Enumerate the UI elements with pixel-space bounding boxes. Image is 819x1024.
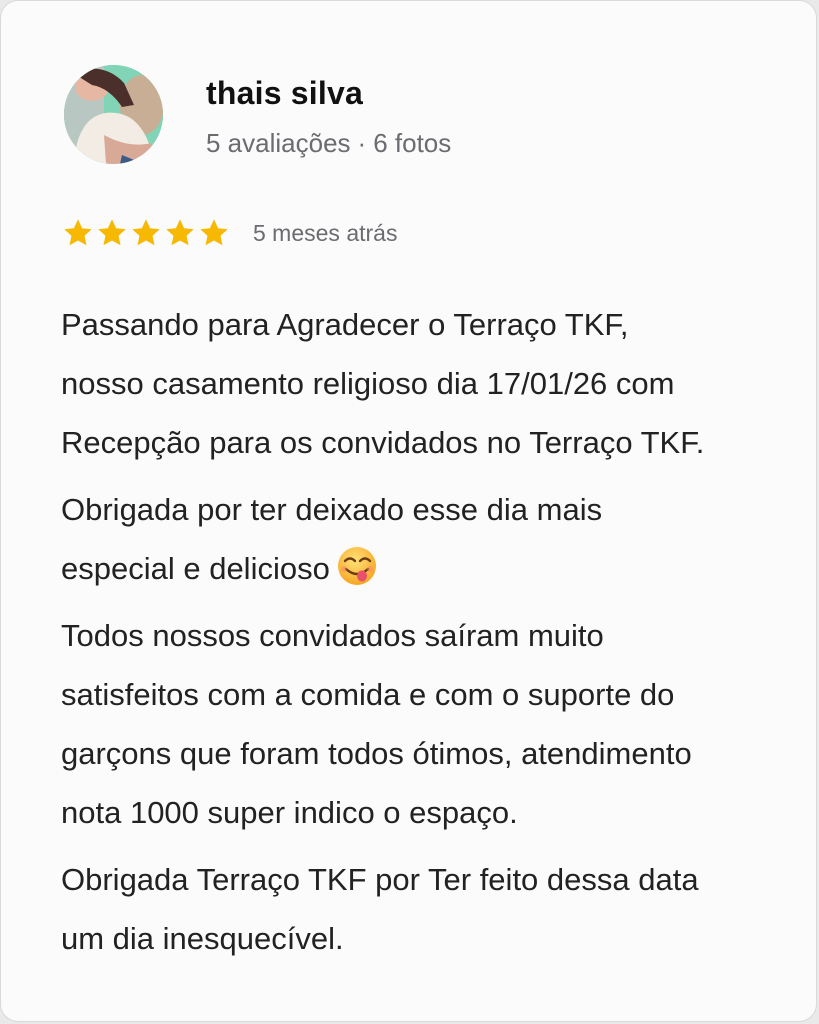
star-icon bbox=[132, 219, 160, 246]
review-text: Passando para Agradecer o Terraço TKF, no… bbox=[61, 295, 801, 976]
review-line: Todos nossos convidados saíram muito bbox=[61, 606, 801, 665]
review-line-text: Passando para Agradecer o Terraço TKF, bbox=[61, 307, 629, 342]
review-card: thais silva 5 avaliações · 6 fotos 5 meses… bbox=[0, 0, 817, 1022]
review-line-text: nota 1000 super indico o espaço. bbox=[61, 795, 518, 830]
rating-row: 5 meses atrás bbox=[62, 216, 397, 250]
review-line: Obrigada por ter deixado esse dia mais bbox=[61, 480, 801, 539]
review-line-text: Recepção para os convidados no Terraço T… bbox=[61, 425, 705, 460]
star-rating bbox=[62, 217, 230, 249]
avatar-photo bbox=[64, 65, 163, 164]
review-line: nosso casamento religioso dia 17/01/26 c… bbox=[61, 354, 801, 413]
review-paragraph: Obrigada Terraço TKF por Ter feito dessa… bbox=[61, 850, 801, 968]
review-line: garçons que foram todos ótimos, atendime… bbox=[61, 724, 801, 783]
review-line-text: Obrigada Terraço TKF por Ter feito dessa… bbox=[61, 862, 699, 897]
review-paragraph: Obrigada por ter deixado esse dia mais es… bbox=[61, 480, 801, 598]
review-line-text: satisfeitos com a comida e com o suporte… bbox=[61, 677, 675, 712]
review-line: especial e delicioso bbox=[61, 539, 801, 598]
review-line: nota 1000 super indico o espaço. bbox=[61, 783, 801, 842]
star-icon bbox=[166, 219, 194, 246]
review-line-text: Obrigada por ter deixado esse dia mais bbox=[61, 492, 603, 527]
review-line-text: garçons que foram todos ótimos, atendime… bbox=[61, 736, 692, 771]
review-line: satisfeitos com a comida e com o suporte… bbox=[61, 665, 801, 724]
review-line: um dia inesquecível. bbox=[61, 909, 801, 968]
reviews-count: 5 avaliações bbox=[206, 128, 351, 158]
review-line: Recepção para os convidados no Terraço T… bbox=[61, 413, 801, 472]
photos-count: 6 fotos bbox=[373, 128, 452, 158]
review-line-text: um dia inesquecível. bbox=[61, 921, 344, 956]
review-line: Passando para Agradecer o Terraço TKF, bbox=[61, 295, 801, 354]
star-icon bbox=[64, 219, 92, 246]
avatar[interactable] bbox=[64, 65, 163, 164]
review-paragraph: Passando para Agradecer o Terraço TKF, no… bbox=[61, 295, 801, 472]
review-date: 5 meses atrás bbox=[253, 219, 398, 246]
review-line-text: Todos nossos convidados saíram muito bbox=[61, 618, 604, 653]
meta-separator: · bbox=[357, 128, 367, 158]
author-name[interactable]: thais silva bbox=[206, 75, 363, 112]
author-meta: 5 avaliações · 6 fotos bbox=[206, 128, 451, 159]
star-icon bbox=[200, 219, 228, 246]
review-paragraph: Todos nossos convidados saíram muito sati… bbox=[61, 606, 801, 842]
star-icon bbox=[98, 219, 126, 246]
review-line: Obrigada Terraço TKF por Ter feito dessa… bbox=[61, 850, 801, 909]
face-savoring-food-emoji bbox=[337, 547, 376, 585]
review-line-text: especial e delicioso bbox=[61, 551, 330, 586]
review-line-text: nosso casamento religioso dia 17/01/26 c… bbox=[61, 366, 675, 401]
